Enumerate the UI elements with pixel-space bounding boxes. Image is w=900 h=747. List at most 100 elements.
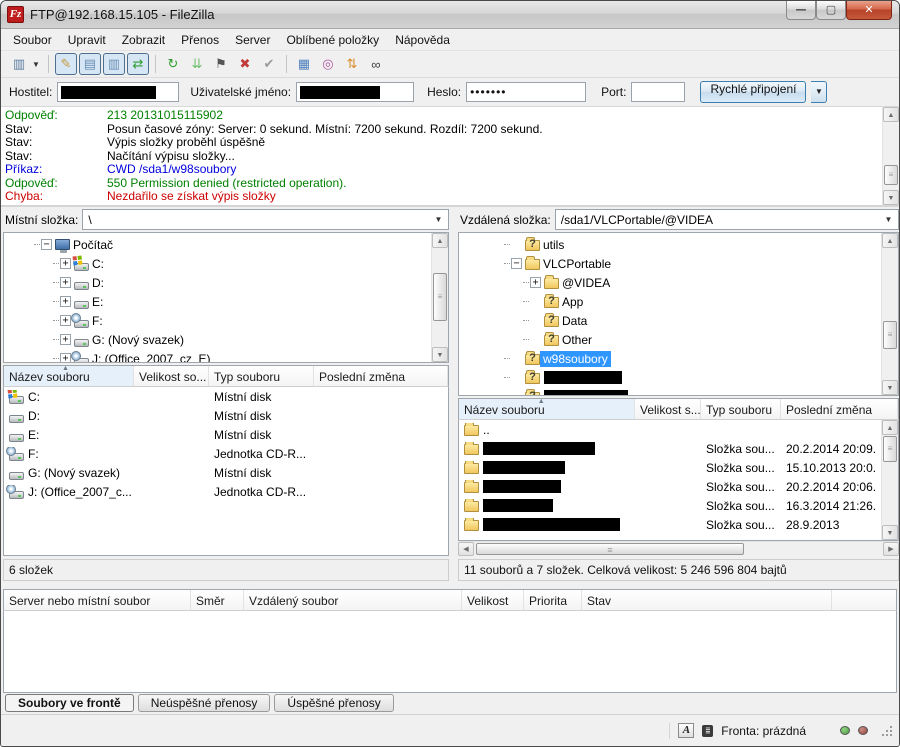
expand-icon[interactable]: + (530, 277, 541, 288)
column-header-2[interactable]: Typ souboru (209, 366, 314, 386)
remote-list-hscroll-thumb[interactable]: ≡ (476, 543, 744, 555)
refresh-button[interactable]: ↻ (162, 53, 184, 75)
expand-icon[interactable]: + (60, 296, 71, 307)
scroll-up-icon[interactable]: ▲ (432, 233, 448, 248)
column-header-1[interactable]: Směr (191, 590, 244, 610)
site-manager-button[interactable]: ▥ (8, 53, 30, 75)
tree-item[interactable]: +F: (4, 311, 428, 330)
column-header-1[interactable]: Velikost s... (635, 399, 701, 419)
column-header-2[interactable]: Vzdálený soubor (244, 590, 462, 610)
scroll-down-icon[interactable]: ▼ (882, 525, 898, 540)
file-list-row[interactable]: .. (459, 420, 881, 439)
menu-item-0[interactable]: Soubor (5, 30, 60, 50)
scroll-up-icon[interactable]: ▲ (882, 233, 898, 248)
remote-folder-combobox[interactable]: /sda1/VLCPortable/@VIDEA ▼ (555, 209, 899, 230)
column-header-1[interactable]: Velikost so... (134, 366, 209, 386)
tree-item[interactable]: +C: (4, 254, 428, 273)
tree-item[interactable]: w98soubory (459, 349, 878, 368)
expand-icon[interactable]: + (60, 277, 71, 288)
tree-item[interactable]: +@VIDEA (459, 273, 878, 292)
toggle-remote-tree-button[interactable]: ▥ (103, 53, 125, 75)
column-header-4[interactable]: Priorita (524, 590, 582, 610)
username-input[interactable] (296, 82, 414, 102)
file-list-row[interactable]: F:Jednotka CD-R... (4, 444, 448, 463)
column-header-5[interactable]: Stav (582, 590, 832, 610)
tab-0[interactable]: Soubory ve frontě (5, 694, 134, 712)
tab-1[interactable]: Neúspěšné přenosy (138, 694, 271, 712)
tree-item[interactable]: +G: (Nový svazek) (4, 330, 428, 349)
collapse-icon[interactable]: − (511, 258, 522, 269)
toggle-message-log-button[interactable]: ✎ (55, 53, 77, 75)
remote-tree-scrollbar[interactable]: ▲ ▼ (881, 233, 898, 395)
column-header-3[interactable]: Poslední změna (781, 399, 898, 419)
remote-list-hscrollbar[interactable]: ◀ ≡ ▶ (458, 541, 899, 556)
toggle-local-tree-button[interactable]: ▤ (79, 53, 101, 75)
local-folder-combobox[interactable]: \ ▼ (82, 209, 449, 230)
file-list-row[interactable]: G: (Nový svazek)Místní disk (4, 463, 448, 482)
tree-item[interactable]: Other (459, 330, 878, 349)
tree-item[interactable]: Data (459, 311, 878, 330)
synchronized-browsing-button[interactable]: ⇅ (341, 53, 363, 75)
tree-item[interactable]: App (459, 292, 878, 311)
remote-list-scrollbar[interactable]: ▲ ▼ (881, 420, 898, 540)
quickconnect-dropdown-button[interactable]: ▼ (811, 81, 827, 103)
menu-item-6[interactable]: Nápověda (387, 30, 458, 50)
scroll-right-icon[interactable]: ▶ (883, 542, 899, 556)
local-tree-scroll-thumb[interactable] (433, 273, 447, 321)
speed-limit-icon[interactable]: ≣ (702, 725, 713, 737)
toggle-transfer-queue-button[interactable]: ⇄ (127, 53, 149, 75)
local-tree-scrollbar[interactable]: ▲ ▼ (431, 233, 448, 362)
column-header-0[interactable]: Název souboru▲ (4, 366, 134, 386)
menu-item-3[interactable]: Přenos (173, 30, 227, 50)
tree-item[interactable]: +D: (4, 273, 428, 292)
tree-item[interactable]: −Počítač (4, 235, 428, 254)
tree-item[interactable]: +E: (4, 292, 428, 311)
file-list-row[interactable]: Složka sou...28.9.2013 (459, 515, 881, 534)
column-header-3[interactable]: Poslední změna (314, 366, 448, 386)
password-input[interactable]: ••••••• (466, 82, 586, 102)
file-list-row[interactable]: C:Místní disk (4, 387, 448, 406)
column-header-3[interactable]: Velikost (462, 590, 524, 610)
file-list-row[interactable]: Složka sou...15.10.2013 20:0. (459, 458, 881, 477)
column-header-2[interactable]: Typ souboru (701, 399, 781, 419)
expand-icon[interactable]: + (60, 258, 71, 269)
expand-icon[interactable]: + (60, 334, 71, 345)
file-list-row[interactable]: Složka sou...16.3.2014 21:26. (459, 496, 881, 515)
menu-item-1[interactable]: Upravit (60, 30, 114, 50)
tree-item[interactable] (459, 387, 878, 396)
file-list-row[interactable]: J: (Office_2007_c...Jednotka CD-R... (4, 482, 448, 501)
reconnect-button[interactable]: ✔ (258, 53, 280, 75)
log-scrollbar[interactable]: ▲ ▼ (882, 107, 899, 205)
scroll-up-icon[interactable]: ▲ (883, 107, 899, 122)
directory-filter-button[interactable]: ∞ (365, 53, 387, 75)
file-list-row[interactable]: D:Místní disk (4, 406, 448, 425)
chevron-down-icon[interactable]: ▼ (881, 215, 896, 224)
close-button[interactable]: ✕ (846, 1, 892, 20)
menu-item-4[interactable]: Server (227, 30, 278, 50)
scroll-down-icon[interactable]: ▼ (883, 190, 899, 205)
menu-item-2[interactable]: Zobrazit (114, 30, 173, 50)
find-files-button[interactable]: ◎ (317, 53, 339, 75)
collapse-icon[interactable]: − (41, 239, 52, 250)
tree-item[interactable]: utils (459, 235, 878, 254)
scroll-down-icon[interactable]: ▼ (882, 380, 898, 395)
maximize-button[interactable]: ▢ (816, 1, 846, 20)
scroll-down-icon[interactable]: ▼ (432, 347, 448, 362)
minimize-button[interactable]: — (786, 1, 816, 20)
tab-2[interactable]: Úspěšné přenosy (274, 694, 393, 712)
remote-tree-scroll-thumb[interactable] (883, 321, 897, 349)
menu-item-5[interactable]: Oblíbené položky (278, 30, 387, 50)
expand-icon[interactable]: + (60, 353, 71, 363)
column-header-0[interactable]: Název souboru▲ (459, 399, 635, 419)
file-list-row[interactable]: Složka sou...20.2.2014 20:06. (459, 477, 881, 496)
log-scroll-thumb[interactable] (884, 165, 898, 185)
remote-list-scroll-thumb[interactable] (883, 436, 897, 462)
column-header-0[interactable]: Server nebo místní soubor (4, 590, 191, 610)
scroll-left-icon[interactable]: ◀ (458, 542, 474, 556)
cancel-operation-button[interactable]: ⚑ (210, 53, 232, 75)
chevron-down-icon[interactable]: ▼ (431, 215, 446, 224)
resize-grip[interactable] (880, 724, 893, 737)
expand-icon[interactable]: + (60, 315, 71, 326)
tree-item[interactable]: −VLCPortable (459, 254, 878, 273)
file-list-row[interactable]: Složka sou...20.2.2014 20:09. (459, 439, 881, 458)
